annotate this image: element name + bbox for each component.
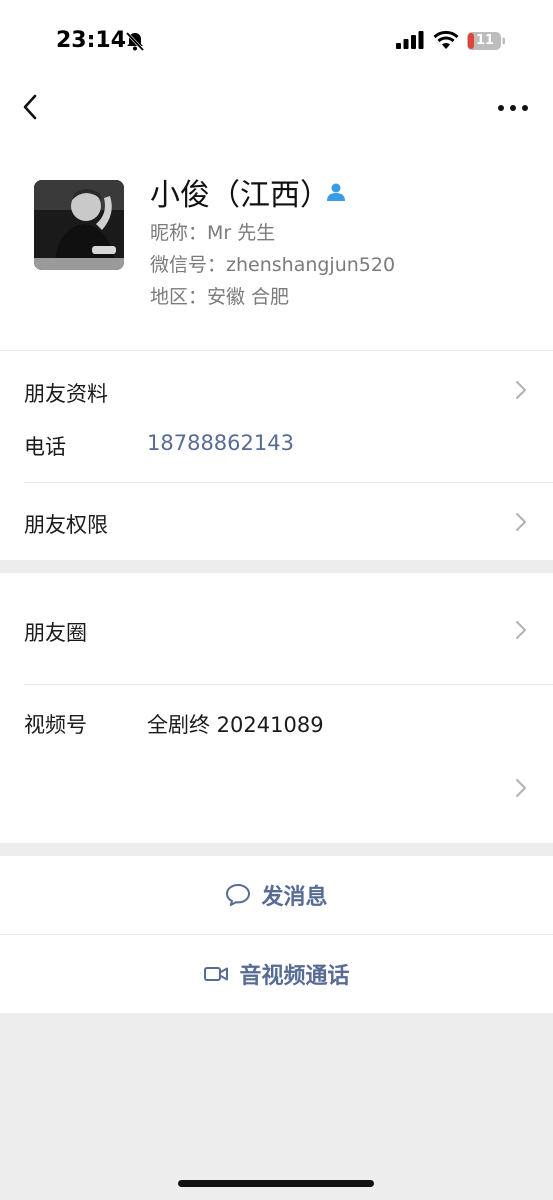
wifi-icon	[433, 30, 459, 49]
home-indicator	[178, 1180, 374, 1187]
social-section: 朋友圈 视频号 全剧终 20241089	[0, 573, 553, 843]
more-dots-icon[interactable]	[496, 98, 530, 118]
row-friend-permissions[interactable]: 朋友权限	[0, 483, 553, 560]
verified-person-icon	[327, 183, 345, 201]
profile-name: 小俊（江西）	[150, 178, 330, 213]
back-chevron-icon[interactable]	[18, 92, 44, 122]
info-section: 朋友资料 电话 18788862143 朋友权限	[0, 352, 553, 560]
row-moments-label: 朋友圈	[24, 621, 87, 645]
status-bar: 23:14 11	[0, 0, 553, 80]
bell-slash-icon	[125, 31, 145, 52]
chevron-right-icon	[516, 779, 526, 797]
row-friend-permissions-label: 朋友权限	[24, 513, 108, 537]
avatar[interactable]	[34, 180, 124, 270]
row-moments[interactable]: 朋友圈	[0, 573, 553, 684]
signal-icon	[396, 31, 424, 49]
battery-level: 11	[475, 33, 495, 48]
chat-bubble-icon	[226, 884, 251, 906]
nav-bar	[0, 80, 553, 140]
status-time: 23:14	[56, 28, 127, 53]
send-message-label: 发消息	[261, 885, 328, 910]
row-channels-label: 视频号	[24, 713, 87, 737]
profile-nickname: 昵称：Mr 先生	[150, 222, 276, 244]
video-call-label: 音视频通话	[239, 964, 350, 989]
row-friend-profile[interactable]: 朋友资料	[0, 352, 553, 428]
row-channels[interactable]: 视频号 全剧终 20241089	[0, 685, 553, 843]
send-message-button[interactable]: 发消息	[0, 856, 553, 934]
video-camera-icon	[204, 967, 229, 981]
channels-name: 全剧终 20241089	[147, 713, 324, 737]
video-call-button[interactable]: 音视频通话	[0, 935, 553, 1013]
divider	[0, 350, 553, 351]
profile-region: 地区：安徽 合肥	[150, 286, 290, 308]
avatar-image	[34, 180, 124, 270]
chevron-right-icon	[516, 381, 526, 399]
divider	[0, 934, 553, 935]
chevron-right-icon	[516, 513, 526, 531]
phone-number-link[interactable]: 18788862143	[147, 431, 294, 455]
profile-wechat-id: 微信号：zhenshangjun520	[150, 254, 396, 276]
chevron-right-icon	[516, 621, 526, 639]
row-phone: 电话 18788862143	[0, 428, 553, 482]
row-phone-label: 电话	[24, 435, 66, 459]
row-friend-profile-label: 朋友资料	[24, 382, 108, 406]
profile-header: 小俊（江西） 昵称：Mr 先生 微信号：zhenshangjun520 地区：安…	[0, 140, 553, 352]
